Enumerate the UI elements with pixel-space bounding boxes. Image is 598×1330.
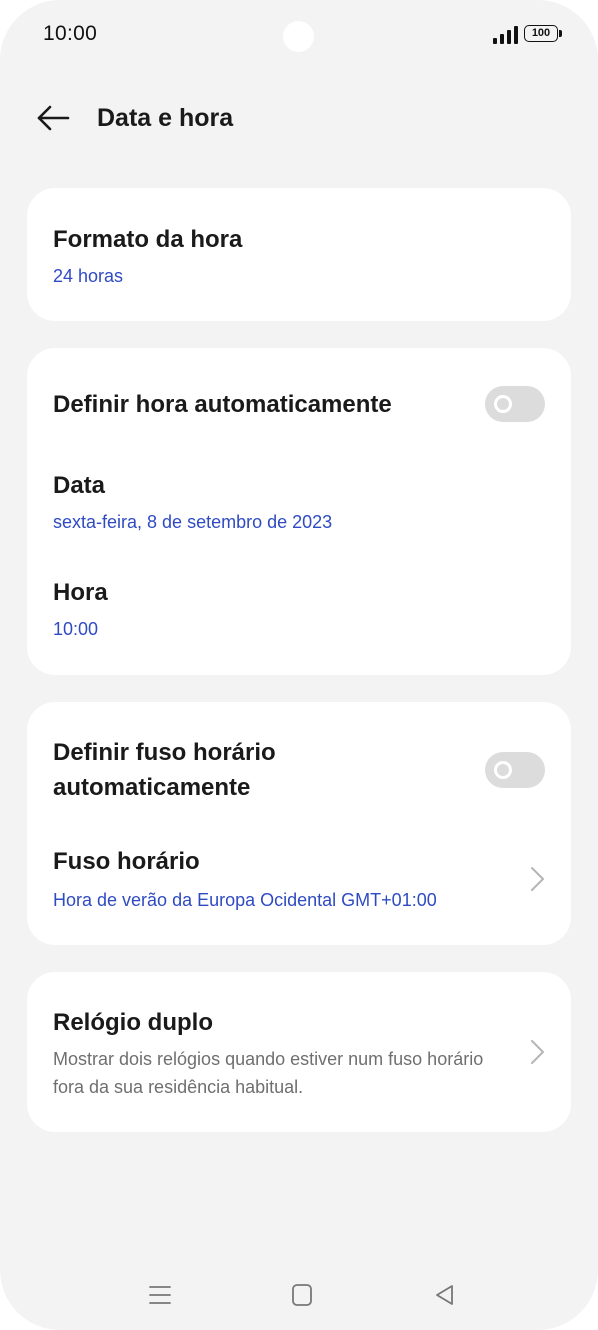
time-format-title: Formato da hora	[53, 226, 243, 253]
timezone-value: Hora de verão da Europa Ocidental GMT+01…	[53, 890, 437, 910]
chevron-right-icon	[531, 867, 544, 891]
auto-timezone-label-line1: Definir fuso horário	[53, 739, 276, 766]
arrow-left-icon	[37, 105, 70, 131]
status-time: 10:00	[43, 22, 98, 45]
auto-time-row[interactable]: Definir hora automaticamente	[27, 348, 571, 460]
auto-time-label: Definir hora automaticamente	[53, 391, 392, 418]
toggle-knob	[494, 761, 512, 779]
toggle-knob	[494, 395, 512, 413]
menu-icon[interactable]	[145, 1280, 175, 1310]
status-bar: 10:00 100	[0, 0, 598, 70]
signal-icon	[493, 26, 518, 44]
camera-hole	[283, 21, 314, 52]
timezone-title: Fuso horário	[53, 848, 200, 875]
back-button[interactable]	[30, 98, 74, 138]
date-title: Data	[53, 472, 106, 499]
time-value: 10:00	[53, 619, 99, 639]
header: Data e hora	[0, 92, 598, 144]
dual-clock-card: Relógio duplo Mostrar dois relógios quan…	[27, 972, 571, 1132]
timezone-card: Definir fuso horário automaticamente Fus…	[27, 702, 571, 945]
dual-clock-row[interactable]: Relógio duplo Mostrar dois relógios quan…	[27, 972, 571, 1132]
chevron-right-icon	[531, 1040, 544, 1064]
time-format-row[interactable]: Formato da hora 24 horas	[27, 188, 571, 321]
date-row[interactable]: Data sexta-feira, 8 de setembro de 2023	[27, 460, 571, 567]
date-time-card: Definir hora automaticamente Data sexta-…	[27, 348, 571, 675]
battery-icon: 100	[524, 25, 564, 44]
phone-screen: 10:00 100 Data e hora Formato da hora 24…	[0, 0, 598, 1330]
time-format-value: 24 horas	[53, 266, 124, 286]
date-value: sexta-feira, 8 de setembro de 2023	[53, 512, 333, 532]
home-icon[interactable]	[287, 1280, 317, 1310]
time-row[interactable]: Hora 10:00	[27, 567, 571, 675]
time-title: Hora	[53, 579, 108, 606]
battery-level: 100	[524, 25, 558, 42]
time-format-card: Formato da hora 24 horas	[27, 188, 571, 321]
auto-timezone-row[interactable]: Definir fuso horário automaticamente	[27, 702, 571, 832]
timezone-row[interactable]: Fuso horário Hora de verão da Europa Oci…	[27, 832, 571, 945]
back-triangle-icon[interactable]	[430, 1280, 460, 1310]
auto-timezone-label-line2: automaticamente	[53, 774, 251, 801]
navigation-bar	[0, 1270, 598, 1320]
auto-time-toggle[interactable]	[485, 386, 545, 422]
dual-clock-description: Mostrar dois relógios quando estiver num…	[53, 1049, 484, 1097]
auto-timezone-toggle[interactable]	[485, 752, 545, 788]
dual-clock-title: Relógio duplo	[53, 1009, 213, 1036]
page-title: Data e hora	[97, 104, 234, 132]
